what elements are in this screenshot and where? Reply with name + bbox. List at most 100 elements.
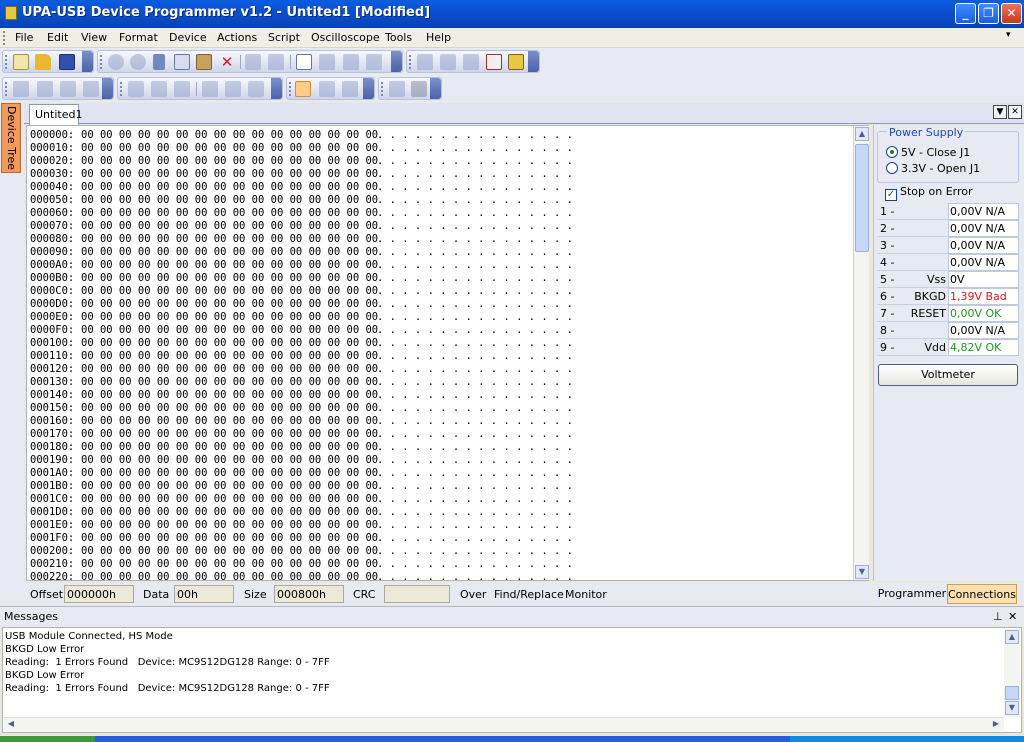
device-tree-tab[interactable]: Device Tree (1, 103, 21, 173)
size-field[interactable]: 000800h (274, 585, 344, 603)
hex-bytes[interactable]: 00 00 00 00 00 00 00 00 00 00 00 00 00 0… (81, 376, 378, 389)
menu-oscilloscope[interactable]: Oscilloscope (311, 31, 380, 44)
hex-bytes[interactable]: 00 00 00 00 00 00 00 00 00 00 00 00 00 0… (81, 337, 378, 350)
crc-field[interactable] (384, 585, 450, 603)
hex-row[interactable]: 000090: 00 00 00 00 00 00 00 00 00 00 00 … (30, 246, 573, 259)
align-right-icon[interactable] (248, 81, 264, 97)
hex-ascii[interactable]: . . . . . . . . . . . . . . . . (377, 246, 573, 259)
run-icon[interactable] (389, 81, 405, 97)
messages-close-icon[interactable]: ✕ (1008, 610, 1017, 623)
toolbar-options-icon[interactable] (430, 78, 441, 99)
open-folder-icon[interactable] (35, 54, 51, 70)
radio-selected-icon[interactable] (886, 146, 898, 158)
toolbar-options-icon[interactable] (102, 78, 113, 99)
toolbar-options-icon[interactable] (363, 78, 374, 99)
hex-ascii[interactable]: . . . . . . . . . . . . . . . . (377, 311, 573, 324)
hex-row[interactable]: 000020: 00 00 00 00 00 00 00 00 00 00 00 … (30, 155, 573, 168)
hex-ascii[interactable]: . . . . . . . . . . . . . . . . (377, 376, 573, 389)
data-field[interactable]: 00h (174, 585, 234, 603)
offset-field[interactable]: 000000h (64, 585, 134, 603)
hex-row[interactable]: 0000A0: 00 00 00 00 00 00 00 00 00 00 00 … (30, 259, 573, 272)
toolbar-grip[interactable] (409, 55, 412, 69)
hex-bytes[interactable]: 00 00 00 00 00 00 00 00 00 00 00 00 00 0… (81, 311, 378, 324)
hex-ascii[interactable]: . . . . . . . . . . . . . . . . (377, 428, 573, 441)
span-icon[interactable] (342, 81, 358, 97)
delete-icon[interactable]: ✕ (219, 54, 235, 70)
page-icon[interactable] (296, 54, 312, 70)
chip-read-icon[interactable] (417, 54, 433, 70)
toolbar-grip[interactable] (120, 82, 123, 96)
find-icon[interactable] (245, 54, 261, 70)
undo-icon[interactable] (108, 54, 124, 70)
menu-help[interactable]: Help (426, 31, 451, 44)
hex-bytes[interactable]: 00 00 00 00 00 00 00 00 00 00 00 00 00 0… (81, 129, 378, 142)
toolbar-options-icon[interactable] (528, 51, 539, 72)
hex-row[interactable]: 000010: 00 00 00 00 00 00 00 00 00 00 00 … (30, 142, 573, 155)
hex-row[interactable]: 000190: 00 00 00 00 00 00 00 00 00 00 00 … (30, 454, 573, 467)
menu-format[interactable]: Format (119, 31, 158, 44)
hex-ascii[interactable]: . . . . . . . . . . . . . . . . (377, 402, 573, 415)
hex-row[interactable]: 0001E0: 00 00 00 00 00 00 00 00 00 00 00 … (30, 519, 573, 532)
copy-icon[interactable] (174, 54, 190, 70)
hex-row[interactable]: 000170: 00 00 00 00 00 00 00 00 00 00 00 … (30, 428, 573, 441)
hex-row[interactable]: 000110: 00 00 00 00 00 00 00 00 00 00 00 … (30, 350, 573, 363)
hex-ascii[interactable]: . . . . . . . . . . . . . . . . (377, 272, 573, 285)
hex-row[interactable]: 0001C0: 00 00 00 00 00 00 00 00 00 00 00 … (30, 493, 573, 506)
hex-bytes[interactable]: 00 00 00 00 00 00 00 00 00 00 00 00 00 0… (81, 441, 378, 454)
menu-view[interactable]: View (81, 31, 107, 44)
pin-icon[interactable]: ⊥ (993, 610, 1003, 623)
tab-programmer[interactable]: Programmer (877, 584, 947, 604)
hex-row[interactable]: 000030: 00 00 00 00 00 00 00 00 00 00 00 … (30, 168, 573, 181)
hex-bytes[interactable]: 00 00 00 00 00 00 00 00 00 00 00 00 00 0… (81, 571, 378, 580)
hex-bytes[interactable]: 00 00 00 00 00 00 00 00 00 00 00 00 00 0… (81, 428, 378, 441)
align-center-icon[interactable] (225, 81, 241, 97)
toolbar-options-icon[interactable] (391, 51, 402, 72)
move-icon[interactable] (83, 81, 99, 97)
hex-row[interactable]: 0000F0: 00 00 00 00 00 00 00 00 00 00 00 … (30, 324, 573, 337)
hex-bytes[interactable]: 00 00 00 00 00 00 00 00 00 00 00 00 00 0… (81, 246, 378, 259)
bold-icon[interactable] (128, 81, 144, 97)
checkmark-icon[interactable]: ✓ (885, 189, 897, 201)
hex-ascii[interactable]: . . . . . . . . . . . . . . . . (377, 298, 573, 311)
blank-check-icon[interactable] (486, 54, 502, 70)
hex-row[interactable]: 000060: 00 00 00 00 00 00 00 00 00 00 00 … (30, 207, 573, 220)
toolbar-options-icon[interactable] (82, 51, 93, 72)
menu-file[interactable]: File (15, 31, 33, 44)
maximize-button[interactable]: ❐ (978, 3, 999, 24)
scroll-thumb[interactable] (855, 144, 869, 252)
cut-icon[interactable] (153, 54, 165, 70)
hex-bytes[interactable]: 00 00 00 00 00 00 00 00 00 00 00 00 00 0… (81, 207, 378, 220)
hex-bytes[interactable]: 00 00 00 00 00 00 00 00 00 00 00 00 00 0… (81, 142, 378, 155)
hex-content[interactable]: 000000: 00 00 00 00 00 00 00 00 00 00 00 … (30, 129, 573, 580)
fit-icon[interactable] (60, 81, 76, 97)
hex-bytes[interactable]: 00 00 00 00 00 00 00 00 00 00 00 00 00 0… (81, 493, 378, 506)
hex-row[interactable]: 000120: 00 00 00 00 00 00 00 00 00 00 00 … (30, 363, 573, 376)
messages-vertical-scrollbar[interactable]: ▲ ▼ (1004, 629, 1020, 717)
save-icon[interactable] (59, 54, 75, 70)
hex-row[interactable]: 0001A0: 00 00 00 00 00 00 00 00 00 00 00 … (30, 467, 573, 480)
hex-ascii[interactable]: . . . . . . . . . . . . . . . . (377, 142, 573, 155)
hex-bytes[interactable]: 00 00 00 00 00 00 00 00 00 00 00 00 00 0… (81, 259, 378, 272)
hex-row[interactable]: 000140: 00 00 00 00 00 00 00 00 00 00 00 … (30, 389, 573, 402)
hex-ascii[interactable]: . . . . . . . . . . . . . . . . (377, 558, 573, 571)
hex-bytes[interactable]: 00 00 00 00 00 00 00 00 00 00 00 00 00 0… (81, 181, 378, 194)
hex-bytes[interactable]: 00 00 00 00 00 00 00 00 00 00 00 00 00 0… (81, 298, 378, 311)
mdi-restore-icon[interactable]: ▾ (1006, 30, 1020, 46)
hex-ascii[interactable]: . . . . . . . . . . . . . . . . (377, 194, 573, 207)
checksum-icon[interactable] (343, 54, 359, 70)
radio-3v3[interactable]: 3.3V - Open J1 (886, 162, 980, 175)
scroll-left-icon[interactable]: ◀ (4, 718, 18, 732)
hex-row[interactable]: 000210: 00 00 00 00 00 00 00 00 00 00 00 … (30, 558, 573, 571)
hex-ascii[interactable]: . . . . . . . . . . . . . . . . (377, 350, 573, 363)
hex-ascii[interactable]: . . . . . . . . . . . . . . . . (377, 480, 573, 493)
hex-editor[interactable]: 000000: 00 00 00 00 00 00 00 00 00 00 00 … (26, 125, 869, 581)
replace-icon[interactable] (268, 54, 284, 70)
hex-row[interactable]: 000160: 00 00 00 00 00 00 00 00 00 00 00 … (30, 415, 573, 428)
hex-bytes[interactable]: 00 00 00 00 00 00 00 00 00 00 00 00 00 0… (81, 402, 378, 415)
hex-ascii[interactable]: . . . . . . . . . . . . . . . . (377, 415, 573, 428)
hex-ascii[interactable]: . . . . . . . . . . . . . . . . (377, 532, 573, 545)
hex-ascii[interactable]: . . . . . . . . . . . . . . . . (377, 337, 573, 350)
menu-script[interactable]: Script (268, 31, 300, 44)
scroll-up-icon[interactable]: ▲ (855, 127, 869, 141)
hex-bytes[interactable]: 00 00 00 00 00 00 00 00 00 00 00 00 00 0… (81, 480, 378, 493)
